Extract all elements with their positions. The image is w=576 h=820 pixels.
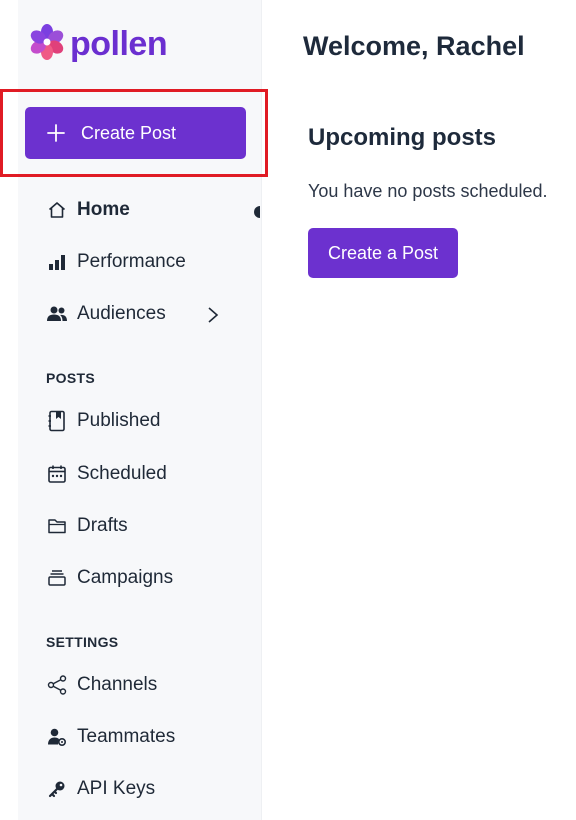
brand-name: pollen [70,25,168,63]
sidebar-item-channels[interactable]: Channels [46,672,157,698]
folder-icon [46,515,68,537]
empty-state-message: You have no posts scheduled. [308,181,548,201]
sidebar-item-label: Drafts [77,515,128,536]
section-label-posts: POSTS [46,370,95,386]
brand-logo[interactable]: pollen [28,23,168,66]
page-title: Welcome, Rachel [303,31,525,61]
create-post-button[interactable]: Create Post [25,107,246,159]
home-icon [46,199,68,221]
sidebar-item-label: Audiences [77,303,166,324]
people-icon [46,303,68,325]
sidebar-item-label: Teammates [77,726,176,747]
create-post-label: Create Post [81,122,177,143]
upcoming-posts-heading: Upcoming posts [308,124,497,151]
plus-icon [45,122,67,144]
sidebar-item-api-keys[interactable]: API Keys [46,776,155,802]
sidebar-item-label: Performance [77,251,186,272]
sidebar-item-label: Scheduled [77,463,167,484]
user-gear-icon [46,726,68,748]
sidebar-item-drafts[interactable]: Drafts [46,513,128,539]
calendar-icon [46,463,68,485]
bar-chart-icon [46,251,68,273]
sidebar-item-campaigns[interactable]: Campaigns [46,565,173,591]
create-a-post-button[interactable]: Create a Post [308,228,458,278]
stack-icon [46,567,68,589]
sidebar-item-label: Home [77,199,130,220]
sidebar-item-label: API Keys [77,778,156,799]
sidebar-item-published[interactable]: Published [46,408,160,434]
key-icon [46,778,68,800]
sidebar-item-label: Published [77,410,161,431]
section-label-settings: SETTINGS [46,634,119,650]
sidebar-item-audiences[interactable]: Audiences [46,301,166,327]
book-icon [46,410,68,432]
sidebar-item-teammates[interactable]: Teammates [46,724,175,750]
sidebar-item-scheduled[interactable]: Scheduled [46,461,167,487]
flower-icon [28,23,66,66]
sidebar-item-label: Campaigns [77,567,174,588]
sidebar-item-performance[interactable]: Performance [46,249,186,275]
share-icon [46,674,68,696]
sidebar-item-home[interactable]: Home [46,197,130,223]
sidebar-item-label: Channels [77,674,158,695]
active-indicator [254,205,264,218]
chevron-right-icon[interactable] [205,305,221,325]
